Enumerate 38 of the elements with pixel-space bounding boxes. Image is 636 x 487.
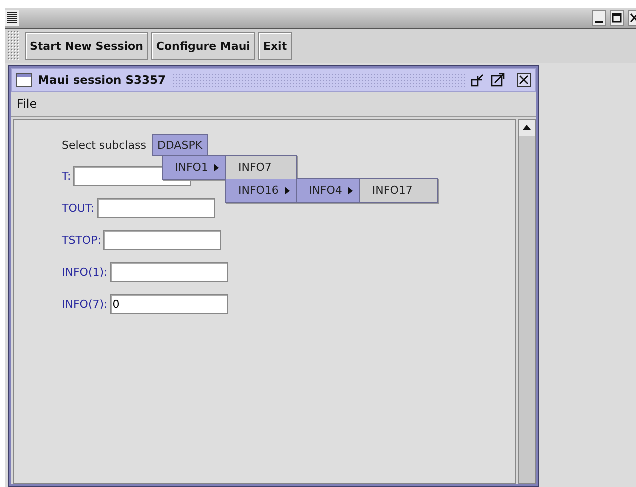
scrollbar[interactable] — [518, 119, 536, 484]
menu-item-label: INFO4 — [308, 184, 342, 197]
menu-item-label: INFO1 — [175, 161, 208, 174]
window-title: Maui session S3357 — [38, 73, 166, 87]
field-label: TSTOP: — [62, 234, 102, 246]
field-label: Select subclass — [62, 138, 146, 152]
input-field[interactable] — [96, 198, 215, 218]
maximize-icon[interactable] — [610, 10, 624, 26]
toolbar-grip-icon[interactable] — [8, 31, 20, 61]
close-icon[interactable] — [628, 10, 636, 26]
toolbar-button[interactable]: Configure Maui — [151, 32, 256, 60]
menu-bar-item[interactable]: File — [15, 97, 40, 111]
menu-item-label: INFO17 — [372, 184, 413, 197]
submenu-arrow-icon — [284, 186, 290, 194]
field-label: TOUT: — [62, 202, 95, 214]
menu-item[interactable]: INFO4 — [296, 179, 360, 202]
toolbar-button[interactable]: Exit — [258, 32, 292, 60]
field-label: INFO(7): — [62, 298, 108, 310]
close-icon[interactable] — [517, 73, 531, 87]
minimize-icon[interactable] — [592, 10, 606, 26]
window-menu-icon[interactable] — [5, 10, 19, 26]
submenu-arrow-icon — [348, 186, 354, 194]
window-icon — [16, 73, 32, 87]
input-field[interactable] — [110, 262, 228, 282]
maximize-icon[interactable] — [491, 73, 505, 87]
input-field[interactable] — [103, 230, 222, 250]
subclass-menu-button[interactable]: DDASPK — [152, 134, 208, 156]
scroll-up-icon[interactable] — [519, 120, 535, 136]
field-label: T: — [62, 170, 72, 182]
submenu-arrow-icon — [214, 164, 220, 172]
menu-item-label: INFO16 — [238, 184, 279, 197]
menu-item[interactable]: INFO1 — [163, 156, 226, 179]
iconify-icon[interactable] — [471, 73, 485, 87]
menu-item[interactable]: INFO16 — [226, 179, 296, 202]
input-field[interactable]: 0 — [110, 294, 228, 314]
field-label: INFO(1): — [62, 266, 108, 278]
menu-item-label: INFO7 — [238, 161, 272, 174]
toolbar-button[interactable]: Start New Session — [25, 32, 148, 60]
